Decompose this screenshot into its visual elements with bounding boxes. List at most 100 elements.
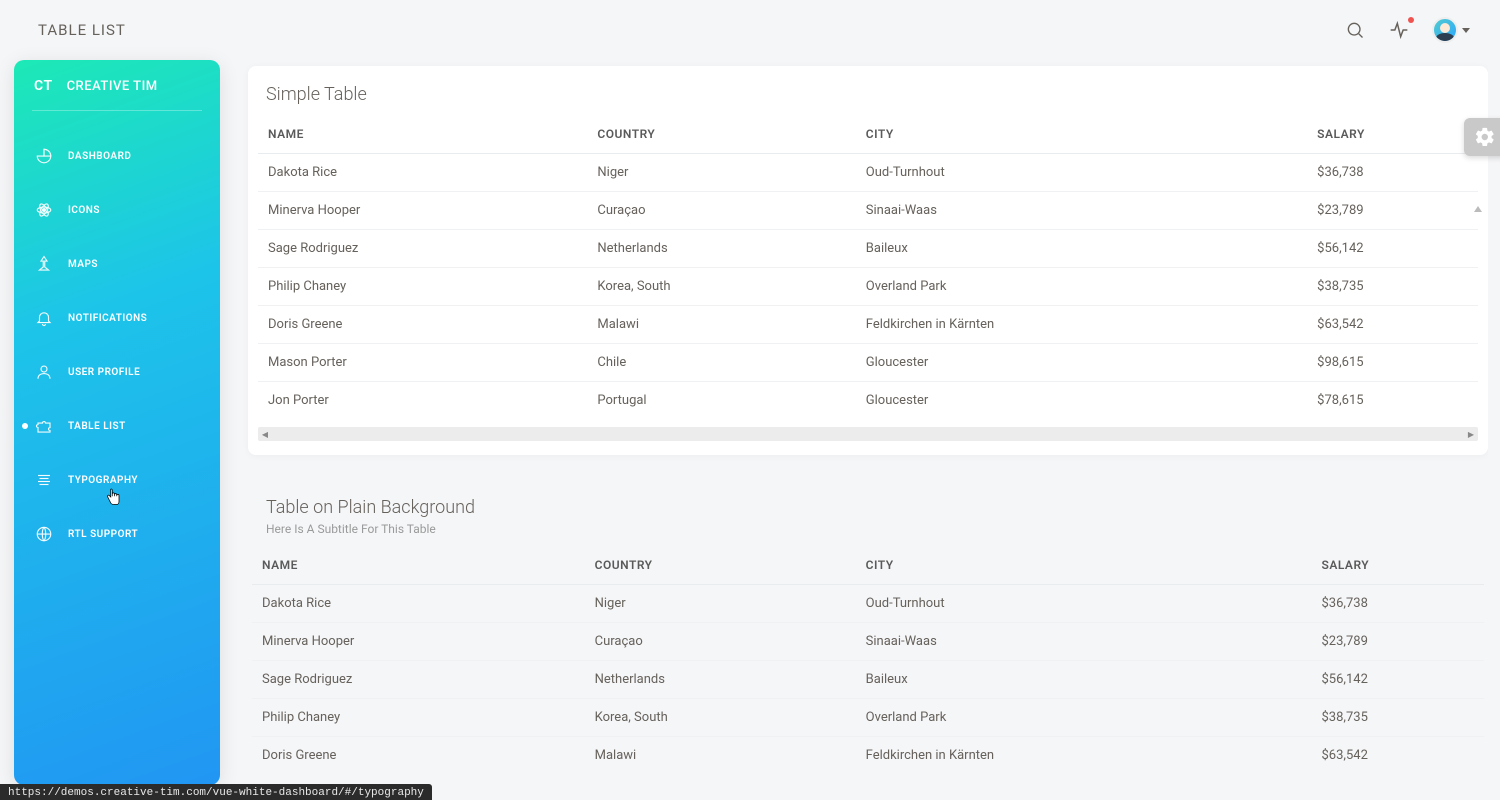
table-row: Doris GreeneMalawiFeldkirchen in Kärnten… <box>258 306 1478 344</box>
table-scroll[interactable]: NAMECOUNTRYCITYSALARYDakota RiceNigerOud… <box>252 546 1484 774</box>
card-header: Simple Table <box>248 66 1488 115</box>
scroll-right-icon[interactable]: ▶ <box>1466 428 1476 440</box>
card-header: Table on Plain Background Here Is A Subt… <box>248 479 1488 546</box>
brand-long: CREATIVE TIM <box>67 79 158 94</box>
simple-table: NAMECOUNTRYCITYSALARYDakota RiceNigerOud… <box>258 115 1478 419</box>
atom-icon <box>34 200 54 220</box>
user-menu[interactable] <box>1432 17 1470 43</box>
brand-short: CT <box>34 78 53 94</box>
table-cell: $56,142 <box>1307 230 1478 268</box>
table-cell: Philip Chaney <box>252 699 585 737</box>
sidebar-item-user-profile[interactable]: USER PROFILE <box>14 345 220 399</box>
sidebar-item-label: TYPOGRAPHY <box>68 475 138 486</box>
table-cell: Malawi <box>587 306 855 344</box>
table-row: Dakota RiceNigerOud-Turnhout$36,738 <box>252 585 1484 623</box>
table-cell: Malawi <box>585 737 856 775</box>
table-cell: Portugal <box>587 382 855 420</box>
table-cell: $56,142 <box>1312 661 1485 699</box>
sidebar-item-notifications[interactable]: NOTIFICATIONS <box>14 291 220 345</box>
table-cell: Doris Greene <box>252 737 585 775</box>
table-scroll[interactable]: NAMECOUNTRYCITYSALARYDakota RiceNigerOud… <box>258 115 1478 419</box>
sidebar-item-rtl-support[interactable]: RTL SUPPORT <box>14 507 220 561</box>
globe-icon <box>34 524 54 544</box>
table-cell: $63,542 <box>1312 737 1485 775</box>
table-header: CITY <box>856 546 1312 585</box>
table-cell: Niger <box>587 154 855 192</box>
table-cell: Dakota Rice <box>252 585 585 623</box>
search-icon[interactable] <box>1344 19 1366 41</box>
puzzle-icon <box>34 416 54 436</box>
table-row: Minerva HooperCuraçaoSinaai-Waas$23,789 <box>252 623 1484 661</box>
table-cell: $38,735 <box>1312 699 1485 737</box>
notification-dot <box>1408 17 1414 23</box>
scroll-left-icon[interactable]: ◀ <box>260 428 270 440</box>
sidebar: CT CREATIVE TIM DASHBOARD ICONS MAPS NOTIFI… <box>14 60 220 785</box>
page-title: TABLE LIST <box>38 21 126 39</box>
chevron-down-icon <box>1462 28 1470 33</box>
activity-icon[interactable] <box>1388 19 1410 41</box>
table-cell: Doris Greene <box>258 306 587 344</box>
sidebar-item-typography[interactable]: TYPOGRAPHY <box>14 453 220 507</box>
sidebar-item-label: USER PROFILE <box>68 367 140 378</box>
align-icon <box>34 470 54 490</box>
table-cell: Feldkirchen in Kärnten <box>856 306 1307 344</box>
card-title: Table on Plain Background <box>266 497 1470 518</box>
table-header: NAME <box>258 115 587 154</box>
user-icon <box>34 362 54 382</box>
scroll-up-icon[interactable] <box>1474 206 1482 212</box>
card-subtitle: Here Is A Subtitle For This Table <box>266 522 1470 536</box>
settings-button[interactable] <box>1464 118 1500 156</box>
avatar <box>1432 17 1458 43</box>
table-cell: Dakota Rice <box>258 154 587 192</box>
table-header: SALARY <box>1312 546 1485 585</box>
table-row: Dakota RiceNigerOud-Turnhout$36,738 <box>258 154 1478 192</box>
main-content: Simple Table NAMECOUNTRYCITYSALARYDakota… <box>232 60 1488 800</box>
table-cell: Netherlands <box>587 230 855 268</box>
sidebar-item-label: TABLE LIST <box>68 421 126 432</box>
table-cell: $98,615 <box>1307 344 1478 382</box>
sidebar-item-label: ICONS <box>68 205 100 216</box>
table-row: Mason PorterChileGloucester$98,615 <box>258 344 1478 382</box>
table-cell: Chile <box>587 344 855 382</box>
sidebar-item-icons[interactable]: ICONS <box>14 183 220 237</box>
table-cell: Curaçao <box>587 192 855 230</box>
sidebar-item-label: RTL SUPPORT <box>68 529 138 540</box>
table-header: SALARY <box>1307 115 1478 154</box>
bell-icon <box>34 308 54 328</box>
table-row: Sage RodriguezNetherlandsBaileux$56,142 <box>252 661 1484 699</box>
pin-icon <box>34 254 54 274</box>
sidebar-item-label: DASHBOARD <box>68 151 131 162</box>
table-row: Sage RodriguezNetherlandsBaileux$56,142 <box>258 230 1478 268</box>
table-cell: $38,735 <box>1307 268 1478 306</box>
sidebar-item-maps[interactable]: MAPS <box>14 237 220 291</box>
brand[interactable]: CT CREATIVE TIM <box>14 78 220 110</box>
table-cell: Sage Rodriguez <box>252 661 585 699</box>
table-cell: Gloucester <box>856 382 1307 420</box>
table-cell: Overland Park <box>856 268 1307 306</box>
table-cell: Sinaai-Waas <box>856 192 1307 230</box>
horizontal-scrollbar[interactable]: ◀ ▶ <box>258 427 1478 441</box>
table-row: Doris GreeneMalawiFeldkirchen in Kärnten… <box>252 737 1484 775</box>
table-cell: $23,789 <box>1312 623 1485 661</box>
table-cell: Sinaai-Waas <box>856 623 1312 661</box>
table-row: Philip ChaneyKorea, SouthOverland Park$3… <box>258 268 1478 306</box>
sidebar-item-dashboard[interactable]: DASHBOARD <box>14 129 220 183</box>
topbar-actions <box>1344 17 1470 43</box>
table-cell: Jon Porter <box>258 382 587 420</box>
sidebar-nav: DASHBOARD ICONS MAPS NOTIFICATIONS USER PROF… <box>14 121 220 561</box>
table-cell: Netherlands <box>585 661 856 699</box>
card-plain-table: Table on Plain Background Here Is A Subt… <box>248 479 1488 788</box>
table-cell: Oud-Turnhout <box>856 154 1307 192</box>
table-cell: $36,738 <box>1307 154 1478 192</box>
divider <box>32 110 202 111</box>
gear-icon <box>1474 126 1496 148</box>
table-row: Minerva HooperCuraçaoSinaai-Waas$23,789 <box>258 192 1478 230</box>
table-header: COUNTRY <box>587 115 855 154</box>
table-cell: $36,738 <box>1312 585 1485 623</box>
table-cell: Baileux <box>856 661 1312 699</box>
table-header: CITY <box>856 115 1307 154</box>
sidebar-item-table-list[interactable]: TABLE LIST <box>14 399 220 453</box>
sidebar-item-label: NOTIFICATIONS <box>68 313 147 324</box>
table-cell: Philip Chaney <box>258 268 587 306</box>
table-cell: $23,789 <box>1307 192 1478 230</box>
